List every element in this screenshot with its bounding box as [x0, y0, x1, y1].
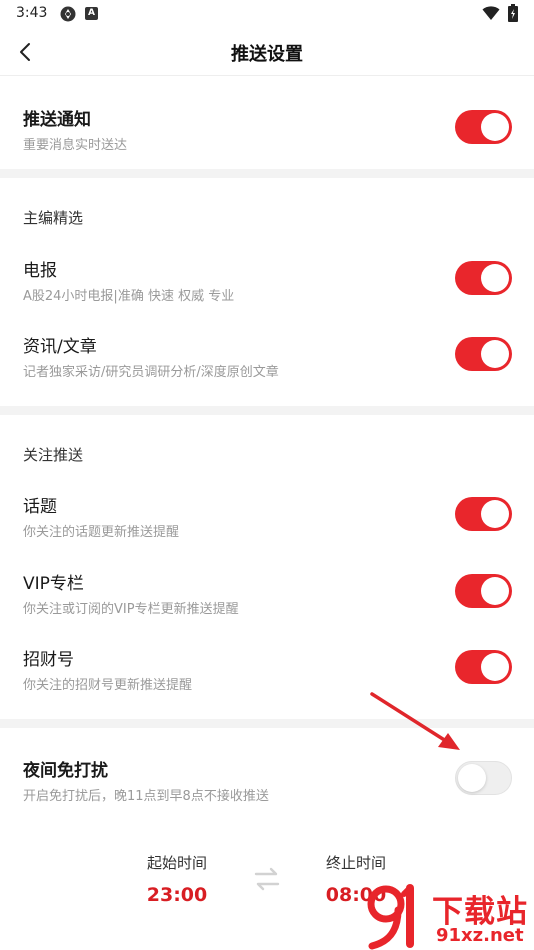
vip-column-subtitle: 你关注或订阅的VIP专栏更新推送提醒	[23, 602, 239, 617]
night-mode-subtitle: 开启免打扰后，晚11点到早8点不接收推送	[23, 789, 269, 804]
watermark-logo-icon	[367, 884, 414, 950]
toggle-knob	[481, 577, 509, 605]
battery-icon	[508, 4, 518, 22]
telegraph-subtitle: A股24小时电报|准确 快速 权威 专业	[23, 289, 235, 304]
section-divider	[0, 406, 534, 415]
zhaocai-account-row: 招财号 你关注的招财号更新推送提醒	[0, 631, 534, 707]
push-notification-row: 推送通知 重要消息实时送达	[0, 91, 534, 167]
page-title: 推送设置	[231, 44, 303, 65]
editor-picks-header: 主编精选	[23, 209, 84, 227]
status-time: 3:43	[16, 5, 48, 21]
swap-arrows-icon	[254, 867, 280, 891]
topic-toggle[interactable]	[455, 497, 512, 531]
push-notification-subtitle: 重要消息实时送达	[23, 138, 128, 153]
toggle-knob	[481, 113, 509, 141]
start-time-value: 23:00	[146, 884, 208, 906]
watermark-url: 91xz.net	[436, 925, 524, 946]
zhaocai-account-title: 招财号	[23, 650, 74, 670]
push-notification-toggle[interactable]	[455, 110, 512, 144]
topic-title: 话题	[23, 497, 57, 517]
wifi-icon	[482, 6, 500, 20]
zhaocai-account-subtitle: 你关注的招财号更新推送提醒	[23, 678, 193, 693]
vip-column-row: VIP专栏 你关注或订阅的VIP专栏更新推送提醒	[0, 555, 534, 631]
night-mode-title: 夜间免打扰	[23, 761, 108, 781]
night-mode-toggle[interactable]	[455, 761, 512, 795]
end-time-label: 终止时间	[325, 854, 386, 872]
news-article-row: 资讯/文章 记者独家采访/研究员调研分析/深度原创文章	[0, 318, 534, 394]
push-notification-title: 推送通知	[23, 110, 91, 130]
status-bar: 3:43 A	[0, 0, 534, 28]
zhaocai-account-toggle[interactable]	[455, 650, 512, 684]
toggle-knob	[481, 264, 509, 292]
vip-column-toggle[interactable]	[455, 574, 512, 608]
news-article-title: 资讯/文章	[23, 337, 97, 357]
toggle-knob	[458, 764, 486, 792]
notification-app-icon: A	[85, 7, 98, 20]
watermark: 下载站 91xz.net	[362, 880, 534, 950]
nav-bar: 推送设置	[0, 28, 534, 76]
night-mode-row: 夜间免打扰 开启免打扰后，晚11点到早8点不接收推送	[0, 742, 534, 818]
section-divider	[0, 169, 534, 178]
topic-subtitle: 你关注的话题更新推送提醒	[23, 525, 180, 540]
follow-push-header: 关注推送	[23, 446, 84, 464]
toggle-knob	[481, 340, 509, 368]
news-article-subtitle: 记者独家采访/研究员调研分析/深度原创文章	[23, 365, 279, 380]
telegraph-title: 电报	[23, 261, 57, 281]
telegraph-toggle[interactable]	[455, 261, 512, 295]
toggle-knob	[481, 500, 509, 528]
topic-row: 话题 你关注的话题更新推送提醒	[0, 478, 534, 554]
telegraph-row: 电报 A股24小时电报|准确 快速 权威 专业	[0, 242, 534, 318]
vip-column-title: VIP专栏	[23, 574, 84, 594]
news-article-toggle[interactable]	[455, 337, 512, 371]
start-time-picker[interactable]: 起始时间 23:00	[117, 852, 237, 906]
section-divider	[0, 719, 534, 728]
start-time-label: 起始时间	[146, 854, 207, 872]
toggle-knob	[481, 653, 509, 681]
aperture-icon	[60, 6, 76, 22]
